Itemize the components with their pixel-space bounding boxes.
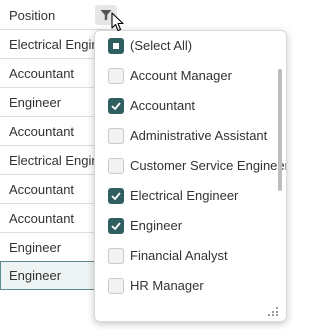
table-cell: Engineer [9, 95, 62, 110]
filter-option-label: Administrative Assistant [130, 128, 268, 143]
filter-option[interactable]: Engineer [95, 211, 275, 241]
filter-option-label: Financial Analyst [130, 248, 228, 263]
filter-option-label: Engineer [130, 218, 183, 233]
filter-option[interactable]: Customer Service Engineer [95, 151, 286, 181]
filter-checkbox[interactable] [108, 218, 124, 234]
filter-option-label: Customer Service Engineer [130, 158, 287, 173]
table-cell: Engineer [9, 268, 62, 283]
filter-option-label: Accountant [130, 98, 196, 113]
filter-option[interactable]: Administrative Assistant [95, 121, 275, 151]
check-icon [111, 102, 121, 110]
filter-option-label: (Select All) [130, 38, 193, 53]
select-all-checkbox[interactable] [108, 38, 124, 54]
table-cell: Accountant [9, 124, 75, 139]
filter-option[interactable]: Account Manager [95, 61, 275, 91]
filter-checkbox[interactable] [108, 128, 124, 144]
table-cell: Accountant [9, 182, 75, 197]
mouse-pointer-icon [111, 12, 124, 32]
filter-popup: (Select All) Account Manager Accountant … [94, 30, 287, 322]
popup-scrollbar[interactable] [278, 69, 282, 191]
filter-option[interactable]: Financial Analyst [95, 241, 275, 271]
filter-checkbox[interactable] [108, 188, 124, 204]
column-header-label: Position [9, 8, 56, 23]
filter-option[interactable]: Electrical Engineer [95, 181, 275, 211]
table-cell: Engineer [9, 240, 62, 255]
filter-option-select-all[interactable]: (Select All) [95, 31, 275, 61]
filter-checkbox[interactable] [108, 68, 124, 84]
filter-checkbox[interactable] [108, 98, 124, 114]
table-cell: Accountant [9, 211, 75, 226]
table-cell: Accountant [9, 66, 75, 81]
filter-option-label: Electrical Engineer [130, 188, 239, 203]
filter-option[interactable]: HR Manager [95, 271, 275, 301]
filter-option[interactable]: Accountant [95, 91, 275, 121]
check-icon [111, 192, 121, 200]
resize-grip-icon[interactable] [267, 306, 279, 316]
filter-checkbox[interactable] [108, 278, 124, 294]
filter-checkbox[interactable] [108, 248, 124, 264]
filter-checkbox[interactable] [108, 158, 124, 174]
check-icon [111, 222, 121, 230]
column-header-position[interactable]: Position [0, 0, 122, 30]
filter-option-label: Account Manager [130, 68, 232, 83]
filter-option-label: HR Manager [130, 278, 204, 293]
